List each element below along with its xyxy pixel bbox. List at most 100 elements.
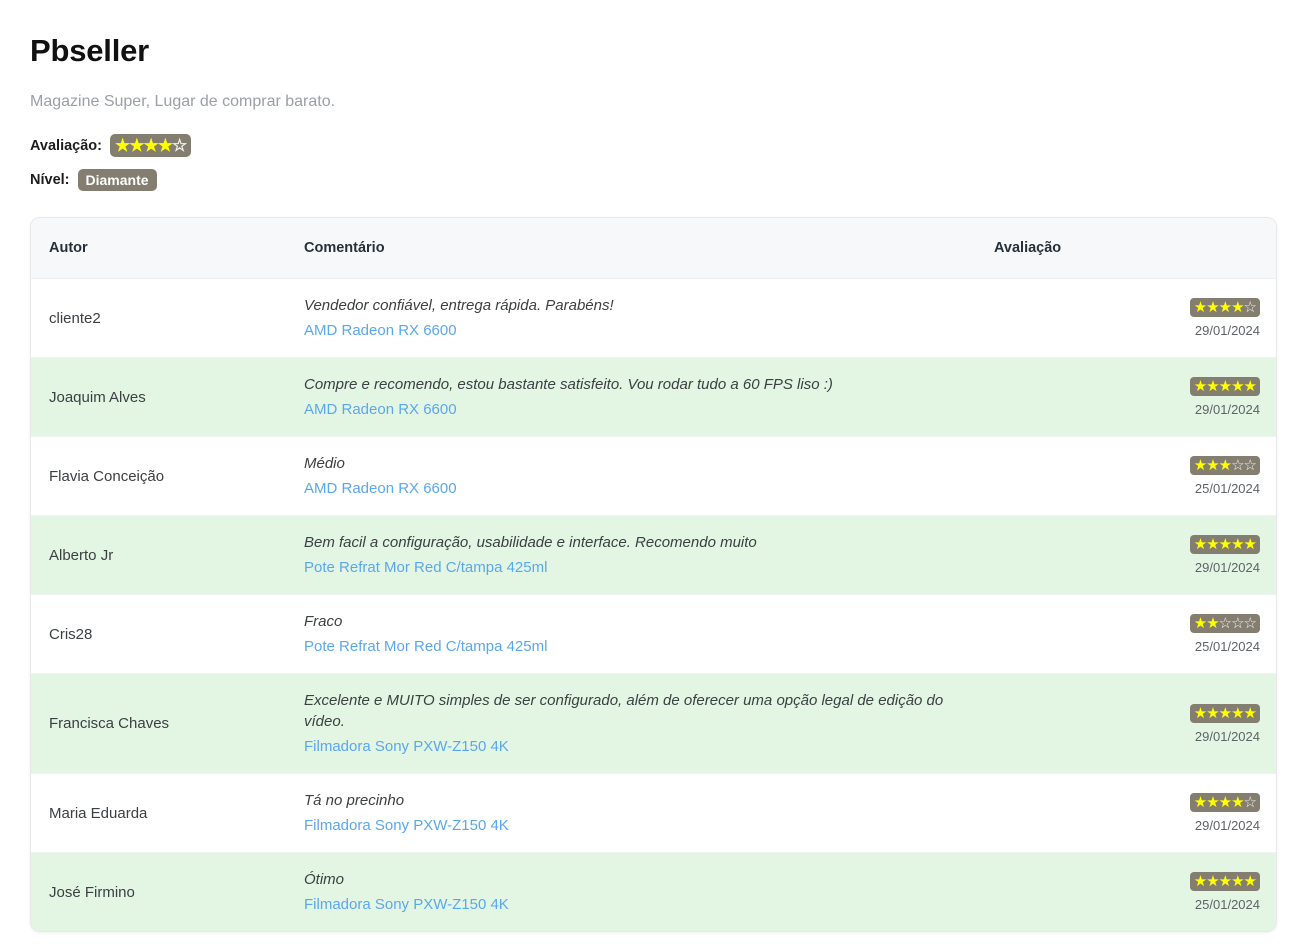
review-date: 29/01/2024 [1194, 323, 1260, 338]
review-author: cliente2 [31, 278, 286, 358]
star-icon: ★ [1206, 704, 1219, 722]
star-icon: ★ [1218, 299, 1232, 316]
star-icon: ☆ [1243, 299, 1257, 316]
star-icon: ★ [1243, 873, 1257, 890]
star-icon: ★ [1231, 704, 1244, 722]
review-author: Maria Eduarda [31, 773, 286, 853]
star-icon: ★ [1218, 704, 1232, 722]
star-icon: ★ [1218, 457, 1232, 474]
review-date: 29/01/2024 [1194, 402, 1260, 417]
review-rating-cell: ★ ★ ☆ ☆ ☆ 25/01/2024 [976, 594, 1276, 674]
star-icon: ☆ [1231, 457, 1244, 474]
star-icon: ★ [1231, 794, 1244, 811]
table-row: Maria Eduarda Tá no precinho Filmadora Son… [31, 773, 1276, 853]
reviews-table-card: Autor Comentário Avaliação cliente2 Vende… [30, 217, 1277, 932]
review-comment-text: Compre e recomendo, estou bastante satis… [304, 376, 833, 393]
review-rating-stars: ★ ★ ☆ ☆ ☆ [1189, 614, 1260, 633]
review-comment-cell: Compre e recomendo, estou bastante satis… [286, 357, 976, 437]
review-rating-cell: ★ ★ ★ ★ ★ 29/01/2024 [976, 357, 1276, 437]
star-icon: ★ [1231, 378, 1244, 395]
seller-profile-card: Pbseller Magazine Super, Lugar de compra… [8, 10, 1299, 950]
star-icon: ☆ [1231, 615, 1244, 632]
table-row: Francisca Chaves Excelente e MUITO simple… [31, 673, 1276, 774]
star-icon: ★ [1193, 794, 1207, 811]
star-icon: ☆ [1243, 615, 1257, 632]
star-icon: ★ [143, 136, 159, 155]
level-badge: Diamante [77, 169, 157, 191]
star-icon: ★ [1218, 794, 1232, 811]
product-link[interactable]: AMD Radeon RX 6600 [304, 399, 457, 420]
star-icon: ★ [157, 136, 173, 155]
reviews-table-head: Autor Comentário Avaliação [31, 218, 1276, 279]
review-rating-cell: ★ ★ ★ ★ ☆ 29/01/2024 [976, 278, 1276, 358]
column-header-autor: Autor [31, 218, 286, 279]
table-row: Flavia Conceição Médio AMD Radeon RX 6600 ★… [31, 436, 1276, 516]
star-icon: ★ [1218, 536, 1232, 553]
column-header-comentario: Comentário [286, 218, 976, 279]
star-icon: ☆ [1243, 794, 1257, 811]
star-icon: ★ [1193, 873, 1207, 890]
page-title: Pbseller [30, 33, 150, 68]
review-rating-stars: ★ ★ ★ ★ ★ [1189, 535, 1260, 554]
star-icon: ★ [1243, 536, 1257, 553]
review-comment-cell: Tá no precinho Filmadora Sony PXW-Z150 4K [286, 773, 976, 853]
review-author: Francisca Chaves [31, 673, 286, 774]
star-icon: ★ [1193, 378, 1207, 395]
star-icon: ★ [129, 136, 144, 155]
review-rating-cell: ★ ★ ★ ★ ★ 25/01/2024 [976, 853, 1276, 932]
review-comment-cell: Ótimo Filmadora Sony PXW-Z150 4K [286, 853, 976, 932]
review-rating-stars: ★ ★ ★ ☆ ☆ [1189, 456, 1260, 475]
review-comment-text: Vendedor confiável, entrega rápida. Para… [304, 297, 614, 314]
star-icon: ★ [1218, 378, 1232, 395]
review-author: José Firmino [49, 883, 135, 901]
review-date: 29/01/2024 [1194, 818, 1260, 833]
star-icon: ★ [1243, 704, 1257, 722]
star-icon: ★ [1193, 457, 1207, 474]
review-comment-text: Fraco [304, 613, 343, 630]
review-comment-text: Médio [304, 455, 345, 472]
product-link[interactable]: Pote Refrat Mor Red C/tampa 425ml [304, 557, 547, 578]
star-icon: ★ [1206, 615, 1219, 632]
star-icon: ★ [1231, 536, 1244, 553]
review-date: 25/01/2024 [1194, 481, 1260, 496]
star-icon: ★ [1206, 536, 1219, 553]
review-rating-stars: ★ ★ ★ ★ ★ [1189, 872, 1260, 891]
star-icon: ★ [1231, 299, 1244, 316]
review-rating-stars: ★ ★ ★ ★ ☆ [1189, 793, 1260, 812]
review-rating-stars: ★ ★ ★ ★ ★ [1189, 377, 1260, 396]
review-rating-stars: ★ ★ ★ ★ ☆ [1189, 298, 1260, 317]
product-link[interactable]: Filmadora Sony PXW-Z150 4K [304, 736, 509, 757]
review-comment-cell: Médio AMD Radeon RX 6600 [286, 436, 976, 516]
table-row: Alberto Jr Bem facil a configuração, usab… [31, 515, 1276, 595]
star-icon: ★ [1193, 615, 1207, 632]
product-link[interactable]: Pote Refrat Mor Red C/tampa 425ml [304, 636, 547, 657]
column-header-avaliacao: Avaliação [976, 218, 1276, 279]
table-row: José Firmino Ótimo Filmadora Sony PXW-Z150… [31, 852, 1276, 932]
review-date: 25/01/2024 [1194, 897, 1260, 912]
star-icon: ★ [1193, 536, 1207, 553]
star-icon: ★ [1193, 704, 1207, 722]
table-row: cliente2 Vendedor confiável, entrega rápi… [31, 278, 1276, 358]
review-comment-text: Tá no precinho [304, 792, 405, 809]
review-rating-cell: ★ ★ ★ ☆ ☆ 25/01/2024 [976, 436, 1276, 516]
review-author: Flavia Conceição [31, 436, 286, 516]
star-icon: ☆ [1243, 457, 1257, 474]
review-date: 29/01/2024 [1194, 560, 1260, 575]
star-icon: ★ [1218, 873, 1232, 890]
product-link[interactable]: Filmadora Sony PXW-Z150 4K [304, 815, 509, 836]
product-link[interactable]: AMD Radeon RX 6600 [304, 320, 457, 341]
review-comment-text: Bem facil a configuração, usabilidade e … [304, 534, 757, 551]
table-row: Joaquim Alves Compre e recomendo, estou b… [31, 357, 1276, 437]
seller-tagline: Magazine Super, Lugar de comprar barato. [30, 93, 336, 110]
table-row: Cris28 Fraco Pote Refrat Mor Red C/tampa 4… [31, 594, 1276, 674]
review-comment-cell: Fraco Pote Refrat Mor Red C/tampa 425ml [286, 594, 976, 674]
review-comment-text: Excelente e MUITO simples de ser configu… [304, 692, 944, 730]
star-icon: ★ [1206, 457, 1219, 474]
review-rating-cell: ★ ★ ★ ★ ☆ 29/01/2024 [976, 773, 1276, 853]
review-comment-cell: Vendedor confiável, entrega rápida. Para… [286, 278, 976, 358]
seller-level-row: Nível: Diamante [30, 169, 1277, 191]
product-link[interactable]: AMD Radeon RX 6600 [304, 478, 457, 499]
review-date: 29/01/2024 [1194, 728, 1260, 744]
review-author: Joaquim Alves [31, 357, 286, 437]
product-link[interactable]: Filmadora Sony PXW-Z150 4K [304, 894, 509, 915]
